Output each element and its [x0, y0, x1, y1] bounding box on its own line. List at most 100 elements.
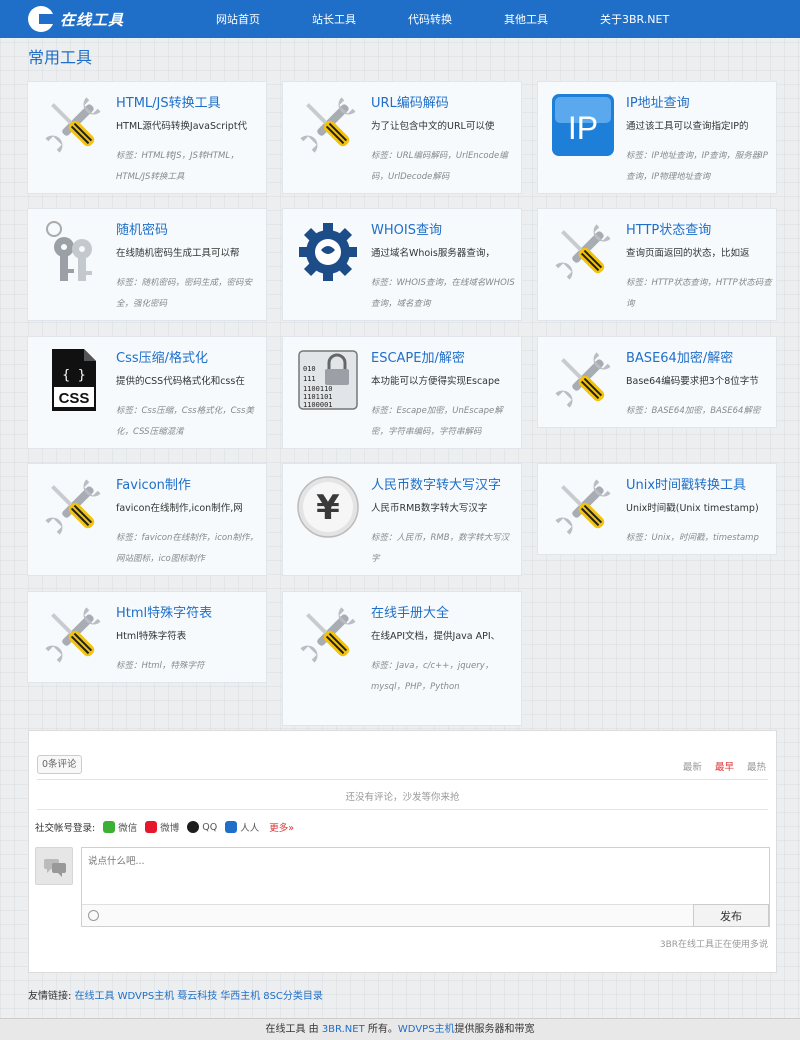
tool-description: Unix时间戳(Unix timestamp) [626, 503, 759, 514]
wrench-screwdriver-icon [295, 602, 361, 668]
tool-tags: 标签：Css压缩，Css格式化，Css美化，CSS压缩混淆 [116, 406, 254, 437]
ip-icon: IP [550, 92, 616, 158]
tool-card[interactable]: 在线手册大全 在线API文档，提供Java API、 标签：Java，c/c++，j… [282, 591, 522, 726]
tool-tags: 标签：HTTP状态查询，HTTP状态码查询 [626, 278, 772, 309]
login-weibo[interactable]: 微博 [145, 820, 179, 834]
svg-text:IP: IP [568, 110, 598, 146]
tool-tags: 标签：随机密码，密码生成，密码安全，强化密码 [116, 278, 253, 309]
footer-link-wdvps[interactable]: WDVPS主机 [398, 1024, 455, 1035]
wrench-screwdriver-icon [295, 92, 361, 158]
empty-comments: 还没有评论，沙发等你来抢 [345, 792, 460, 803]
nav-other-tools[interactable]: 其他工具 [478, 0, 574, 38]
renren-icon [225, 821, 238, 833]
tool-card[interactable]: URL编码解码 为了让包含中文的URL可以使 标签：URL编码解码，UrlEncod… [282, 81, 522, 194]
wrench-screwdriver-icon [40, 474, 106, 540]
login-weibo-label: 微博 [160, 823, 180, 834]
tool-title[interactable]: Css压缩/格式化 [116, 347, 208, 366]
tool-description: 人民币RMB数字转大写汉字 [371, 503, 488, 514]
tool-title[interactable]: HTML/JS转换工具 [116, 92, 221, 111]
tool-card[interactable]: HTML/JS转换工具 HTML源代码转换JavaScript代标签：HTML转J… [27, 81, 267, 194]
tool-card[interactable]: { } CSS Css压缩/格式化 提供的CSS代码格式化和css在 标签：Css压缩，… [27, 336, 267, 449]
comment-count[interactable]: 0条评论 [37, 755, 82, 774]
publish-button[interactable]: 发布 [693, 904, 769, 927]
tool-description: HTML源代码转换JavaScript代 [116, 121, 248, 132]
social-login: 社交帐号登录: 微信 微博 QQ 人人 更多» [35, 820, 294, 834]
divider [37, 809, 768, 810]
css-file-icon: { } CSS [40, 347, 106, 413]
friend-link[interactable]: 蓦云科技 [177, 991, 217, 1002]
login-renren[interactable]: 人人 [225, 820, 259, 834]
friend-link[interactable]: 8SC分类目录 [263, 991, 323, 1002]
friend-links: 友情链接: 在线工具 WDVPS主机 蓦云科技 华西主机 8SC分类目录 [28, 987, 326, 1002]
tool-title[interactable]: BASE64加密/解密 [626, 347, 733, 366]
friend-link[interactable]: 在线工具 [75, 991, 115, 1002]
comment-sort: 最新 最早 最热 [673, 759, 766, 773]
tool-tags: 标签：人民币，RMB，数字转大写汉字 [371, 533, 510, 564]
social-label: 社交帐号登录: [35, 823, 96, 834]
tool-title[interactable]: IP地址查询 [626, 92, 690, 111]
nav-code-convert[interactable]: 代码转换 [382, 0, 478, 38]
sort-oldest[interactable]: 最早 [715, 762, 734, 773]
tool-title[interactable]: URL编码解码 [371, 92, 449, 111]
qq-icon [187, 821, 200, 833]
tool-card[interactable]: ¥ 人民币数字转大写汉字人民币RMB数字转大写汉字标签：人民币，RMB，数字转大写… [282, 463, 522, 576]
editor-toolbar: 发布 [82, 904, 769, 927]
tool-card[interactable]: Html特殊字符表 Html特殊字符表 标签：Html，特殊字符 [27, 591, 267, 683]
nav-webmaster-tools[interactable]: 站长工具 [286, 0, 382, 38]
wrench-screwdriver-icon [40, 602, 106, 668]
sort-newest[interactable]: 最新 [683, 762, 702, 773]
binary-lock-icon: 010 111 1100110 1101101 1100001 [295, 347, 361, 413]
nav-about[interactable]: 关于3BR.NET [574, 0, 695, 38]
tool-tags: 标签：BASE64加密，BASE64解密 [626, 406, 761, 416]
tool-title[interactable]: 随机密码 [116, 219, 168, 238]
svg-text:¥: ¥ [316, 488, 340, 528]
wrench-screwdriver-icon [550, 347, 616, 413]
tool-title[interactable]: HTTP状态查询 [626, 219, 711, 238]
tool-title[interactable]: Html特殊字符表 [116, 602, 212, 621]
tool-tags: 标签：Unix，时间戳，timestamp [626, 533, 759, 543]
login-wechat-label: 微信 [118, 823, 138, 834]
tool-card[interactable]: HTTP状态查询查询页面返回的状态，比如返标签：HTTP状态查询，HTTP状态码… [537, 208, 777, 321]
weibo-icon [145, 821, 158, 833]
tool-description: 在线API文档，提供Java API、 [371, 631, 501, 642]
tool-tags: 标签：Escape加密，UnEscape解密，字符串编码，字符串解码 [371, 406, 503, 437]
tool-title[interactable]: WHOIS查询 [371, 219, 442, 238]
emoji-icon[interactable] [88, 910, 99, 921]
site-logo[interactable]: 在线工具 [28, 5, 124, 33]
login-wechat[interactable]: 微信 [103, 820, 137, 834]
svg-text:111: 111 [303, 375, 316, 383]
sort-hottest[interactable]: 最热 [747, 762, 766, 773]
comment-input[interactable] [82, 848, 769, 904]
tool-card[interactable]: BASE64加密/解密 Base64编码要求把3个8位字节 标签：BASE64加密，… [537, 336, 777, 428]
tool-card[interactable]: IP IP地址查询 通过该工具可以查询指定IP的 标签：IP地址查询，IP查询，服务器… [537, 81, 777, 194]
tool-title[interactable]: Favicon制作 [116, 474, 191, 493]
footer: 在线工具 由 3BR.NET 所有。WDVPS主机提供服务器和带宽 [0, 1018, 800, 1040]
svg-text:1101101: 1101101 [303, 393, 333, 401]
tool-card[interactable]: 随机密码在线随机密码生成工具可以帮标签：随机密码，密码生成，密码安全，强化密码 [27, 208, 267, 321]
friend-link[interactable]: 华西主机 [220, 991, 260, 1002]
wrench-screwdriver-icon [550, 474, 616, 540]
gear-globe-icon [295, 219, 361, 285]
tool-description: 查询页面返回的状态，比如返 [626, 248, 750, 259]
tool-card[interactable]: 010 111 1100110 1101101 1100001 ESCAPE加/解密本功能… [282, 336, 522, 449]
friend-link[interactable]: WDVPS主机 [118, 991, 175, 1002]
tool-description: 在线随机密码生成工具可以帮 [116, 248, 240, 259]
tool-title[interactable]: 人民币数字转大写汉字 [371, 474, 501, 493]
footer-link-3br[interactable]: 3BR.NET [322, 1024, 365, 1035]
tool-description: Html特殊字符表 [116, 631, 187, 642]
tool-title[interactable]: Unix时间戳转换工具 [626, 474, 746, 493]
more-login-link[interactable]: 更多» [269, 820, 294, 834]
tool-title[interactable]: ESCAPE加/解密 [371, 347, 465, 366]
nav-home[interactable]: 网站首页 [190, 0, 286, 38]
chat-bubbles-icon [44, 859, 66, 877]
tool-card[interactable]: WHOIS查询 通过域名Whois服务器查询， 标签：WHOIS查询，在线域名WHO… [282, 208, 522, 321]
tool-card[interactable]: Favicon制作 favicon在线制作,icon制作,网 标签：favicon在… [27, 463, 267, 576]
login-qq[interactable]: QQ [187, 821, 217, 833]
keys-icon [40, 219, 106, 285]
tool-title[interactable]: 在线手册大全 [371, 602, 449, 621]
tool-card[interactable]: Unix时间戳转换工具 Unix时间戳(Unix timestamp) 标签：Uni… [537, 463, 777, 555]
footer-text: 提供服务器和带宽 [454, 1024, 535, 1035]
friend-links-label: 友情链接: [28, 991, 72, 1002]
tool-tags: 标签：HTML转JS，JS转HTML，HTML/JS转换工具 [116, 151, 239, 182]
tool-description: 本功能可以方便得实现Escape [371, 376, 500, 387]
